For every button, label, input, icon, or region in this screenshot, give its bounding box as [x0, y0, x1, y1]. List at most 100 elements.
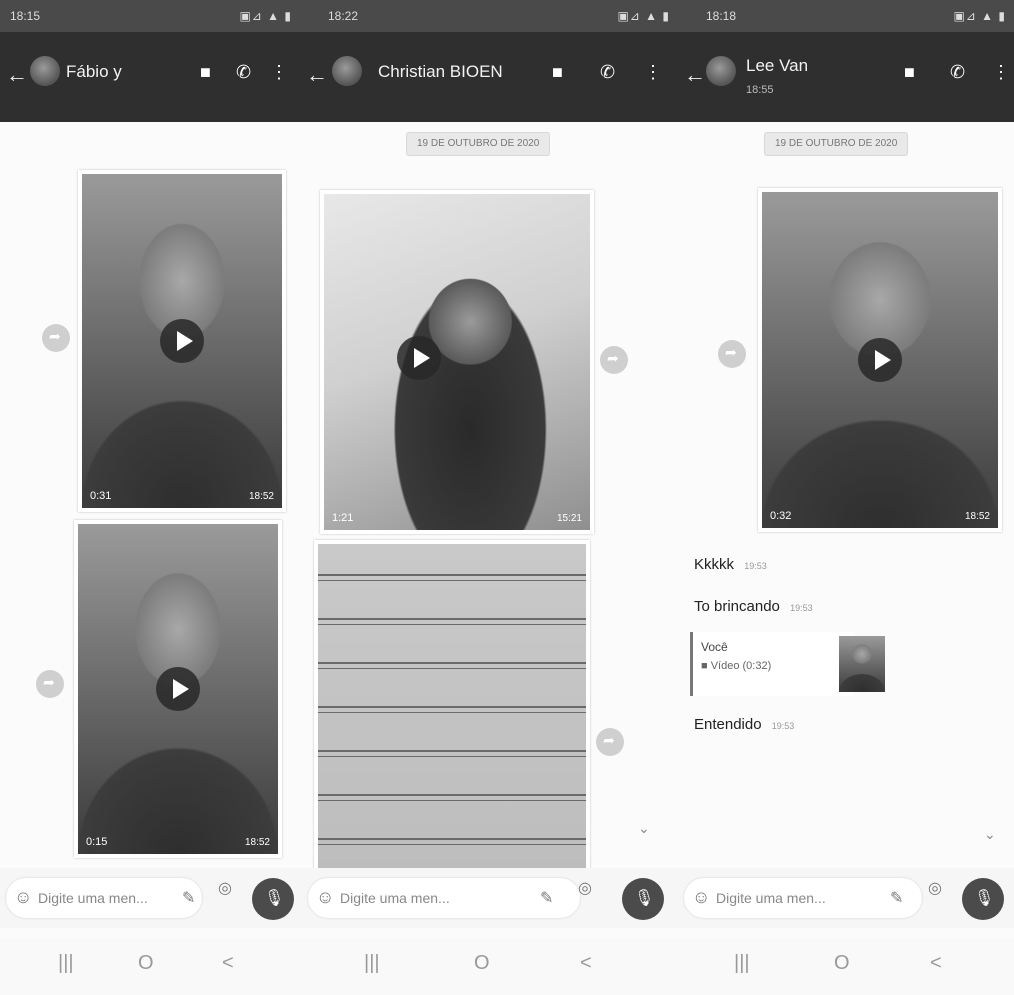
scroll-down-icon[interactable]: ⌄ [638, 820, 650, 837]
video-call-icon[interactable]: ■ [552, 62, 563, 83]
message-bubble[interactable]: Kkkkk 19:53 [694, 556, 767, 573]
message-time: 15:21 [556, 513, 582, 524]
nav-back-icon[interactable]: < [580, 952, 592, 975]
video-duration: 0:32 [770, 510, 792, 522]
status-time: 18:15 [10, 9, 41, 23]
camera-icon[interactable]: ◎ [578, 878, 592, 898]
play-icon[interactable] [160, 319, 204, 363]
forward-icon[interactable] [42, 324, 70, 352]
contact-name[interactable]: Fábio y [66, 62, 122, 82]
status-icons: ▣⊿ ▲ ▮ [953, 9, 1006, 23]
scroll-down-icon[interactable]: ⌄ [984, 826, 996, 843]
play-icon[interactable] [397, 336, 441, 380]
attach-icon[interactable]: ✎ [182, 888, 195, 908]
reply-author: Você [701, 640, 728, 654]
home-icon[interactable]: O [474, 952, 490, 975]
avatar[interactable] [332, 56, 362, 86]
message-text: Kkkkk [694, 556, 735, 573]
video-call-icon[interactable]: ■ [200, 62, 211, 83]
video-duration: 0:31 [90, 490, 112, 502]
video-message[interactable]: 0:32 18:52 [758, 188, 1002, 532]
avatar[interactable] [706, 56, 736, 86]
emoji-icon[interactable]: ☺ [692, 887, 710, 908]
video-message[interactable]: 0:31 18:52 [78, 170, 286, 512]
message-input[interactable]: ☺ Digite uma men... ✎ [6, 878, 202, 918]
message-input[interactable]: ☺ Digite uma men... ✎ [684, 878, 922, 918]
reply-text: ■ Vídeo (0:32) [701, 660, 772, 672]
video-duration: 0:15 [86, 836, 108, 848]
phone-icon[interactable]: ✆ [600, 62, 615, 83]
chat-header: ← Lee Van 18:55 ■ ✆ ⋮ [678, 32, 1014, 122]
forward-icon[interactable] [596, 728, 624, 756]
recent-apps-icon[interactable]: ||| [58, 952, 74, 975]
video-call-icon[interactable]: ■ [904, 62, 915, 83]
quoted-reply[interactable]: Você ■ Vídeo (0:32) [690, 632, 885, 696]
message-input[interactable]: ☺ Digite uma men... ✎ [308, 878, 580, 918]
forward-icon[interactable] [600, 346, 628, 374]
last-seen: 18:55 [746, 84, 774, 96]
back-arrow-icon[interactable]: ← [684, 62, 706, 88]
contact-name[interactable]: Christian BIOEN [378, 62, 503, 82]
message-time: 18:52 [248, 491, 274, 502]
status-bar: 18:18 ▣⊿ ▲ ▮ [678, 0, 1014, 32]
composer: ☺ Digite uma men... ✎ ◎ [0, 868, 300, 928]
attach-icon[interactable]: ✎ [890, 888, 903, 908]
mic-button[interactable] [622, 878, 664, 920]
message-time: 19:53 [744, 561, 767, 571]
mic-button[interactable] [962, 878, 1004, 920]
status-icons: ▣⊿ ▲ ▮ [239, 9, 292, 23]
back-arrow-icon[interactable]: ← [6, 62, 28, 88]
status-time: 18:18 [706, 9, 737, 23]
status-bar: 18:15 ▣⊿ ▲ ▮ [0, 0, 300, 32]
more-vert-icon[interactable]: ⋮ [270, 62, 288, 83]
date-chip: 19 DE OUTUBRO DE 2020 [764, 132, 909, 156]
chat-panel-fabio: 18:15 ▣⊿ ▲ ▮ ← Fábio y ■ ✆ ⋮ 0:31 18:52 … [0, 0, 300, 995]
composer: ☺ Digite uma men... ✎ ◎ [300, 868, 678, 928]
back-arrow-icon[interactable]: ← [306, 62, 328, 88]
video-message[interactable]: 0:15 18:52 [74, 520, 282, 858]
mic-button[interactable] [252, 878, 294, 920]
message-text: Entendido [694, 716, 762, 733]
status-icons: ▣⊿ ▲ ▮ [617, 9, 670, 23]
message-time: 19:53 [790, 603, 813, 613]
attach-icon[interactable]: ✎ [540, 888, 553, 908]
input-placeholder: Digite uma men... [716, 890, 826, 906]
phone-icon[interactable]: ✆ [236, 62, 251, 83]
input-placeholder: Digite uma men... [340, 890, 450, 906]
android-nav-bar: ||| O < [0, 938, 300, 995]
message-bubble[interactable]: To brincando 19:53 [694, 598, 813, 615]
image-message[interactable] [314, 540, 590, 874]
avatar[interactable] [30, 56, 60, 86]
forward-icon[interactable] [36, 670, 64, 698]
reply-thumbnail [839, 636, 885, 692]
more-vert-icon[interactable]: ⋮ [644, 62, 662, 83]
home-icon[interactable]: O [138, 952, 154, 975]
sheet-music-image [318, 544, 586, 870]
video-thumbnail [324, 194, 590, 530]
forward-icon[interactable] [718, 340, 746, 368]
play-icon[interactable] [858, 338, 902, 382]
video-duration: 1:21 [332, 512, 354, 524]
android-nav-bar: ||| O < [678, 938, 1014, 995]
emoji-icon[interactable]: ☺ [316, 887, 334, 908]
chat-header: ← Fábio y ■ ✆ ⋮ [0, 32, 300, 122]
android-nav-bar: ||| O < [300, 938, 678, 995]
recent-apps-icon[interactable]: ||| [734, 952, 750, 975]
camera-icon[interactable]: ◎ [218, 878, 232, 898]
message-time: 19:53 [771, 721, 795, 731]
camera-icon[interactable]: ◎ [928, 878, 942, 898]
input-placeholder: Digite uma men... [38, 890, 148, 906]
phone-icon[interactable]: ✆ [950, 62, 965, 83]
nav-back-icon[interactable]: < [930, 952, 942, 975]
message-bubble[interactable]: Entendido 19:53 [694, 716, 794, 733]
nav-back-icon[interactable]: < [222, 952, 234, 975]
message-text: To brincando [694, 598, 780, 615]
more-vert-icon[interactable]: ⋮ [992, 62, 1010, 83]
chat-header: ← Christian BIOEN ■ ✆ ⋮ [300, 32, 678, 122]
home-icon[interactable]: O [834, 952, 850, 975]
video-message[interactable]: 1:21 15:21 [320, 190, 594, 534]
contact-name[interactable]: Lee Van [746, 56, 808, 76]
play-icon[interactable] [156, 667, 200, 711]
recent-apps-icon[interactable]: ||| [364, 952, 380, 975]
emoji-icon[interactable]: ☺ [14, 887, 32, 908]
